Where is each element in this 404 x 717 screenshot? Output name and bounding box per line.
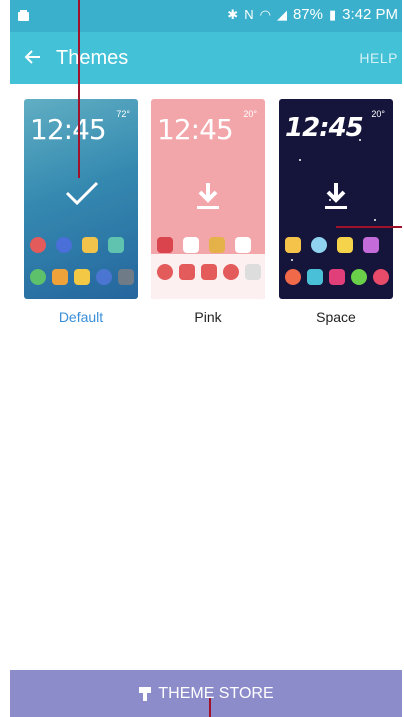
app-icon <box>179 264 195 280</box>
theme-clock: 12:45 <box>285 113 364 143</box>
app-icon <box>201 264 217 280</box>
app-icon <box>157 264 173 280</box>
app-icon <box>30 269 46 285</box>
star <box>299 159 301 161</box>
theme-store-button[interactable]: THEME STORE <box>10 670 402 717</box>
app-icon <box>74 269 90 285</box>
theme-weather: 20° <box>243 109 257 119</box>
app-icon <box>373 269 389 285</box>
app-icon <box>30 237 46 253</box>
theme-card-pink[interactable]: 12:45 20° <box>151 99 265 299</box>
dock-icon-row <box>157 264 261 280</box>
battery-level: 87% <box>292 6 323 23</box>
theme-dock <box>151 254 265 299</box>
app-icon <box>245 264 261 280</box>
app-icon <box>56 237 72 253</box>
theme-weather: 72° <box>116 109 130 119</box>
theme-clock: 12:45 <box>157 113 234 146</box>
app-icon <box>307 269 323 285</box>
app-icon <box>337 237 353 253</box>
app-icon <box>52 269 68 285</box>
check-icon <box>65 181 99 206</box>
nfc-icon: N <box>244 7 254 22</box>
app-icon <box>209 237 225 253</box>
app-icon <box>285 237 301 253</box>
battery-icon: ▮ <box>328 6 337 22</box>
theme-store-label: THEME STORE <box>158 684 274 702</box>
dock-icon-row <box>30 269 134 285</box>
brush-icon <box>139 686 152 701</box>
star <box>374 219 376 221</box>
download-icon <box>325 183 347 209</box>
app-icon <box>183 237 199 253</box>
app-icon-row <box>157 237 251 253</box>
theme-label-default[interactable]: Default <box>24 309 138 325</box>
download-icon <box>197 183 219 209</box>
status-right: ✱ N ◠ ◢ 87% ▮ 3:42 PM <box>227 6 398 23</box>
app-icon <box>82 237 98 253</box>
app-icon <box>311 237 327 253</box>
callout-line <box>209 698 211 717</box>
theme-weather: 20° <box>371 109 385 119</box>
app-icon <box>351 269 367 285</box>
app-bar: Themes HELP <box>10 32 402 84</box>
theme-label-pink[interactable]: Pink <box>151 309 265 325</box>
app-icon <box>363 237 379 253</box>
themes-content: 12:45 72° Default 12:45 20° Pink 12:45 2… <box>10 84 402 670</box>
page-title: Themes <box>56 47 129 69</box>
clock-time: 3:42 PM <box>342 6 398 23</box>
help-button[interactable]: HELP <box>359 50 398 66</box>
status-bar: ✱ N ◠ ◢ 87% ▮ 3:42 PM <box>10 0 402 32</box>
bluetooth-icon: ✱ <box>227 6 239 22</box>
theme-clock: 12:45 <box>30 113 107 146</box>
app-icon <box>157 237 173 253</box>
theme-label-space[interactable]: Space <box>279 309 393 325</box>
theme-card-default[interactable]: 12:45 72° <box>24 99 138 299</box>
star <box>291 259 293 261</box>
app-icon <box>329 269 345 285</box>
app-icon <box>118 269 134 285</box>
notification-icon <box>18 10 29 21</box>
app-icon <box>96 269 112 285</box>
app-icon <box>223 264 239 280</box>
callout-line <box>78 0 80 178</box>
phone-screen: ✱ N ◠ ◢ 87% ▮ 3:42 PM Themes HELP 12:45 … <box>10 0 402 717</box>
callout-line <box>336 226 402 228</box>
wifi-icon: ◠ <box>259 6 271 22</box>
dock-icon-row <box>285 269 389 285</box>
signal-icon: ◢ <box>276 6 287 22</box>
back-arrow-icon[interactable] <box>20 44 46 70</box>
app-icon <box>108 237 124 253</box>
theme-card-space[interactable]: 12:45 20° <box>279 99 393 299</box>
app-icon <box>285 269 301 285</box>
app-icon-row <box>285 237 379 253</box>
app-icon <box>235 237 251 253</box>
app-icon-row <box>30 237 124 253</box>
